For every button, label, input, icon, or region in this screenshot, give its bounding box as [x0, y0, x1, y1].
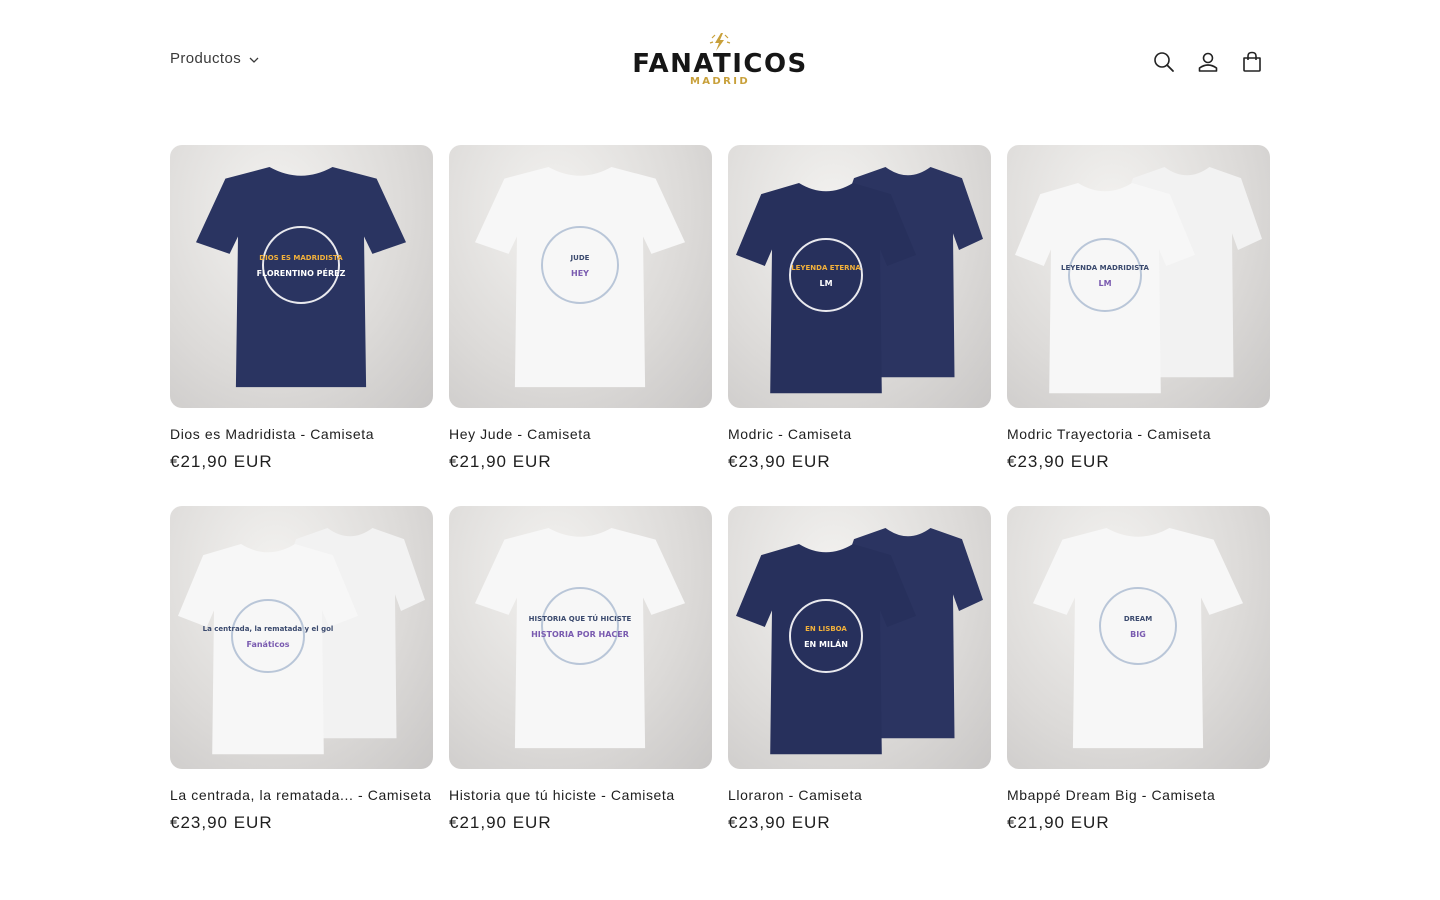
site-header: Productos FANATICOS MADRID — [0, 0, 1440, 120]
product-price: €23,90 EUR — [728, 452, 831, 471]
print-subtext: Fanáticos — [246, 640, 289, 649]
product-price: €21,90 EUR — [449, 452, 552, 471]
product-title[interactable]: Lloraron - Camiseta — [728, 787, 991, 803]
product-card[interactable]: DREAM BIG Mbappé Dream Big - Camiseta €21,9… — [1007, 506, 1270, 867]
product-price: €23,90 EUR — [728, 813, 831, 832]
account-button[interactable] — [1186, 40, 1230, 84]
print-subtext: BIG — [1130, 630, 1146, 639]
product-title[interactable]: Modric - Camiseta — [728, 426, 991, 442]
product-title[interactable]: Mbappé Dream Big - Camiseta — [1007, 787, 1270, 803]
product-card[interactable]: La centrada, la rematada y el gol Fanátic… — [170, 506, 433, 867]
search-icon — [1154, 52, 1174, 72]
product-price: €21,90 EUR — [170, 452, 273, 471]
chevron-down-icon — [249, 57, 259, 63]
product-image[interactable]: La centrada, la rematada y el gol Fanátic… — [170, 506, 433, 769]
product-image[interactable]: EN LISBOA EN MILÁN — [728, 506, 991, 769]
product-image[interactable]: LEYENDA MADRIDISTA LM — [1007, 145, 1270, 408]
tshirt-illustration: DREAM BIG — [1033, 528, 1243, 749]
print-subtext: LM — [819, 279, 832, 288]
product-title[interactable]: Modric Trayectoria - Camiseta — [1007, 426, 1270, 442]
product-card[interactable]: JUDE HEY Hey Jude - Camiseta €21,90 EUR — [449, 145, 712, 506]
product-card[interactable]: DIOS ES MADRIDISTA FLORENTINO PÉREZ Dios e… — [170, 145, 433, 506]
site-logo[interactable]: FANATICOS MADRID — [620, 28, 820, 94]
cart-button[interactable] — [1230, 40, 1274, 84]
print-text: DREAM — [1124, 615, 1152, 623]
logo-wordmark: FANATICOS — [632, 49, 808, 79]
search-button[interactable] — [1142, 40, 1186, 84]
print-subtext: EN MILÁN — [804, 638, 848, 649]
print-text: DIOS ES MADRIDISTA — [259, 254, 343, 262]
print-text: JUDE — [570, 254, 590, 262]
product-title[interactable]: Hey Jude - Camiseta — [449, 426, 712, 442]
product-card[interactable]: LEYENDA ETERNA LM Modric - Camiseta €23,90 … — [728, 145, 991, 506]
tshirt-illustration: EN LISBOA EN MILÁN — [736, 528, 983, 755]
product-title[interactable]: Dios es Madridista - Camiseta — [170, 426, 433, 442]
tshirt-illustration: DIOS ES MADRIDISTA FLORENTINO PÉREZ — [196, 167, 406, 388]
print-subtext: LM — [1098, 279, 1111, 288]
cart-icon — [1243, 51, 1261, 72]
product-image[interactable]: DIOS ES MADRIDISTA FLORENTINO PÉREZ — [170, 145, 433, 408]
product-title[interactable]: La centrada, la rematada... - Camiseta — [170, 787, 433, 803]
account-icon — [1198, 52, 1218, 72]
tshirt-illustration: La centrada, la rematada y el gol Fanátic… — [178, 528, 425, 755]
product-image[interactable]: JUDE HEY — [449, 145, 712, 408]
product-title[interactable]: Historia que tú hiciste - Camiseta — [449, 787, 712, 803]
logo-subtitle: MADRID — [689, 76, 751, 87]
productos-menu[interactable]: Productos — [170, 50, 259, 67]
product-price: €23,90 EUR — [170, 813, 273, 832]
product-price: €21,90 EUR — [1007, 813, 1110, 832]
product-image[interactable]: HISTORIA QUE TÚ HICISTE HISTORIA POR HACE… — [449, 506, 712, 769]
header-actions — [1142, 40, 1274, 84]
product-card[interactable]: EN LISBOA EN MILÁN Lloraron - Camiseta €23,… — [728, 506, 991, 867]
print-text: LEYENDA MADRIDISTA — [1061, 264, 1149, 272]
product-price: €23,90 EUR — [1007, 452, 1110, 471]
product-price: €21,90 EUR — [449, 813, 552, 832]
print-text: LEYENDA ETERNA — [791, 264, 861, 272]
tshirt-illustration: LEYENDA ETERNA LM — [736, 167, 983, 394]
product-card[interactable]: HISTORIA QUE TÚ HICISTE HISTORIA POR HACE… — [449, 506, 712, 867]
product-image[interactable]: LEYENDA ETERNA LM — [728, 145, 991, 408]
product-grid: DIOS ES MADRIDISTA FLORENTINO PÉREZ Dios e… — [170, 145, 1270, 867]
print-text: EN LISBOA — [805, 625, 847, 633]
tshirt-illustration: HISTORIA QUE TÚ HICISTE HISTORIA POR HACE… — [475, 528, 685, 749]
print-text: HISTORIA QUE TÚ HICISTE — [529, 614, 632, 623]
print-subtext: FLORENTINO PÉREZ — [257, 267, 346, 278]
tshirt-illustration: LEYENDA MADRIDISTA LM — [1015, 167, 1262, 394]
product-image[interactable]: DREAM BIG — [1007, 506, 1270, 769]
print-subtext: HEY — [571, 269, 589, 278]
print-text: La centrada, la rematada y el gol — [203, 625, 334, 633]
print-subtext: HISTORIA POR HACER — [531, 630, 629, 639]
product-card[interactable]: LEYENDA MADRIDISTA LM Modric Trayectoria -… — [1007, 145, 1270, 506]
productos-menu-label: Productos — [170, 50, 242, 67]
tshirt-illustration: JUDE HEY — [475, 167, 685, 388]
